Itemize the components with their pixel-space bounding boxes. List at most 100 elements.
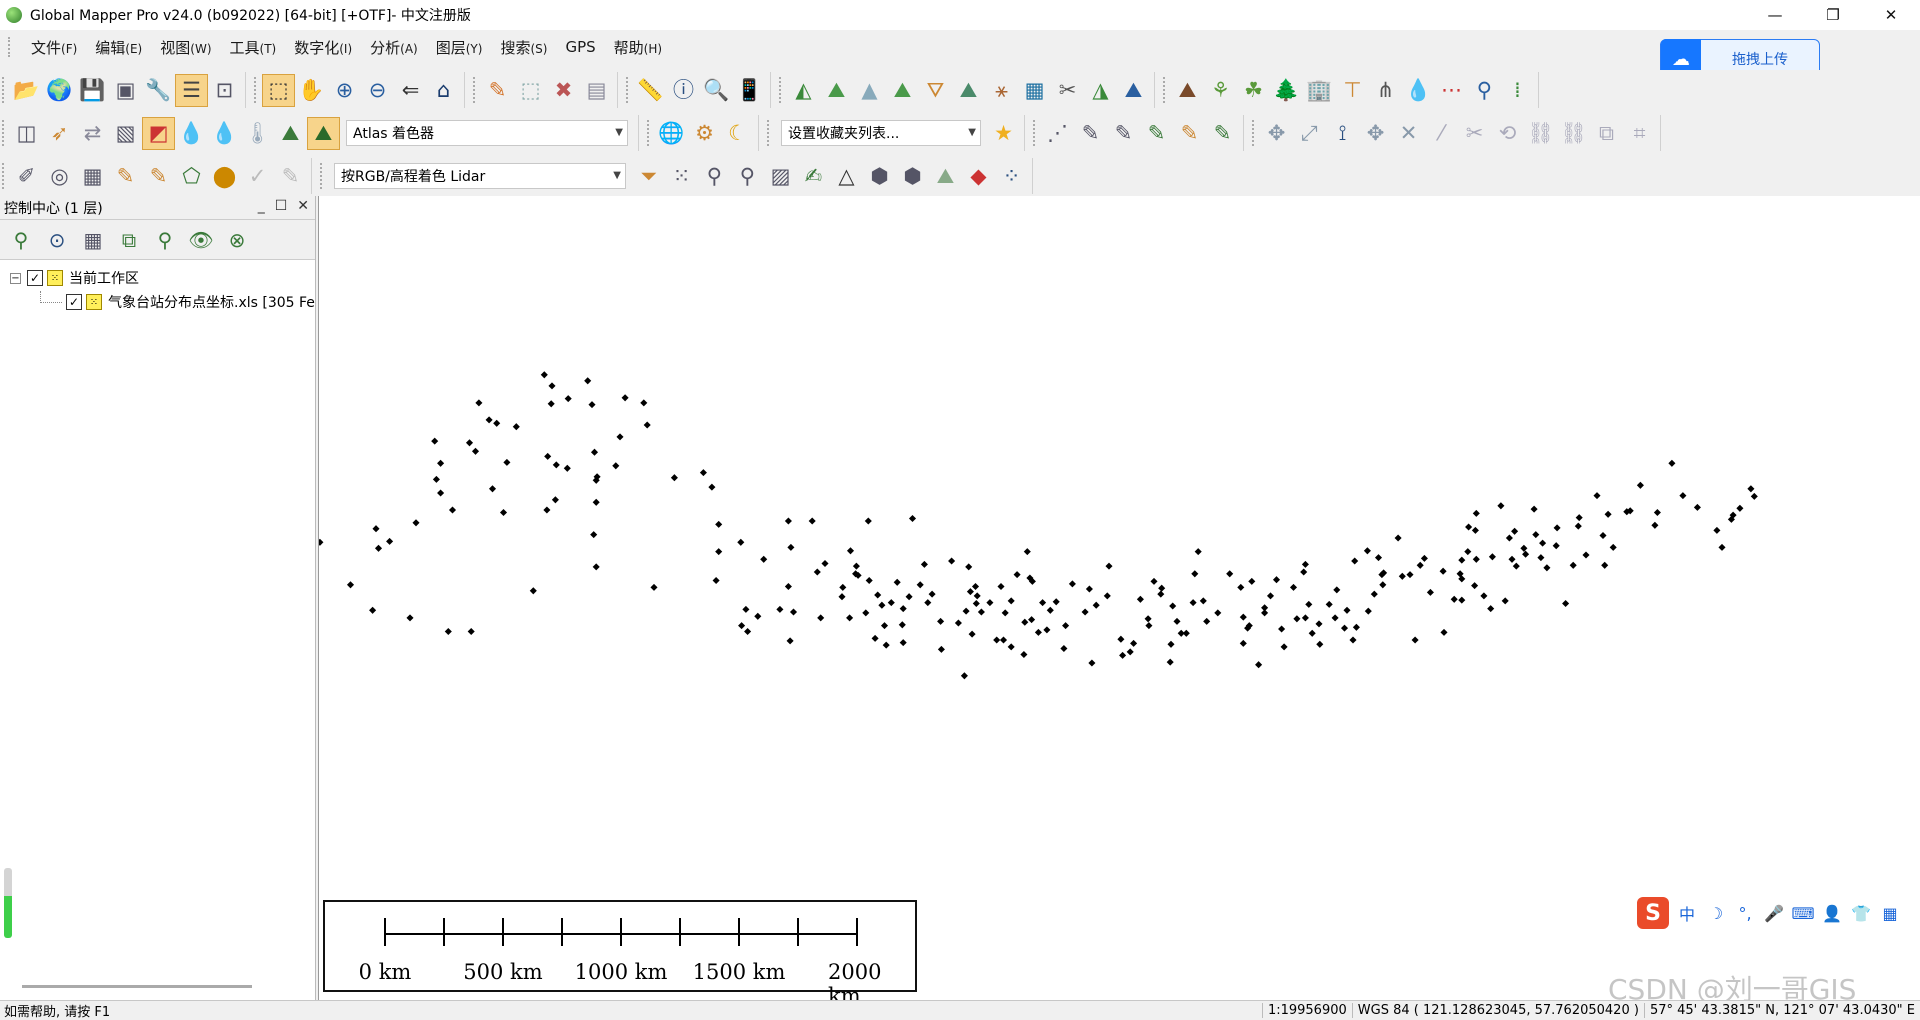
station-point[interactable] (432, 475, 440, 483)
station-point[interactable] (670, 474, 678, 482)
station-point[interactable] (784, 517, 792, 525)
station-point[interactable] (1333, 586, 1341, 594)
terrain-icon[interactable]: ⛰ (886, 74, 919, 107)
station-point[interactable] (612, 462, 620, 470)
station-point[interactable] (1023, 548, 1031, 556)
station-point[interactable] (1305, 600, 1313, 608)
station-point[interactable] (712, 576, 720, 585)
station-point[interactable] (475, 399, 483, 407)
station-point[interactable] (431, 437, 439, 445)
station-point[interactable] (813, 568, 821, 576)
station-point[interactable] (1088, 659, 1096, 667)
station-point[interactable] (1601, 561, 1609, 569)
toolbar-grip[interactable] (2, 77, 6, 103)
thermometer-icon[interactable]: 🌡 (241, 117, 274, 150)
close-button[interactable]: ✕ (1862, 0, 1920, 30)
contour-icon[interactable]: ⛰ (820, 74, 853, 107)
station-point[interactable] (1062, 622, 1070, 630)
point-search-icon[interactable]: ⚲ (698, 160, 731, 193)
station-point[interactable] (1007, 643, 1015, 651)
station-point[interactable] (640, 399, 648, 407)
station-point[interactable] (564, 395, 572, 403)
station-point[interactable] (1226, 570, 1234, 578)
station-point[interactable] (905, 593, 913, 601)
station-point[interactable] (485, 416, 493, 424)
workspace-icon[interactable]: ▣ (109, 74, 142, 107)
station-point[interactable] (590, 531, 598, 539)
station-point[interactable] (499, 508, 508, 517)
powerline-icon[interactable]: ⋔ (1369, 74, 1402, 107)
info-icon[interactable]: ⓘ (667, 74, 700, 107)
select-area-icon[interactable]: ⬚ (514, 74, 547, 107)
station-point[interactable] (960, 672, 968, 680)
station-point[interactable] (592, 563, 600, 571)
station-point[interactable] (899, 605, 907, 613)
station-point[interactable] (965, 563, 973, 571)
station-point[interactable] (1553, 524, 1561, 532)
layer-close-icon[interactable]: ⊗ (222, 225, 252, 255)
zoom-out-icon[interactable]: ⊖ (361, 74, 394, 107)
feature-info-icon[interactable]: ▤ (580, 74, 613, 107)
station-point[interactable] (1189, 599, 1197, 607)
station-point[interactable] (1150, 577, 1158, 585)
station-point[interactable] (374, 544, 383, 552)
lidar-cut-icon[interactable]: ✎ (1107, 117, 1140, 150)
join-icon[interactable]: ⛓ (1524, 117, 1557, 150)
station-point[interactable] (540, 371, 548, 379)
add-vertex-icon[interactable]: ✕ (1392, 117, 1425, 150)
water-fill-icon[interactable]: 💧 (208, 117, 241, 150)
station-point[interactable] (1021, 618, 1029, 626)
station-point[interactable] (1465, 523, 1473, 531)
station-point[interactable] (1488, 553, 1496, 561)
station-point[interactable] (1340, 624, 1349, 632)
skin-icon[interactable]: 👕 (1850, 902, 1872, 924)
station-point[interactable] (529, 587, 537, 595)
station-point[interactable] (369, 606, 377, 614)
station-point[interactable] (786, 637, 794, 645)
options-icon[interactable]: ⊙ (42, 225, 72, 255)
station-point[interactable] (1471, 582, 1479, 590)
config-wrench-icon[interactable]: 🔧 (142, 74, 175, 107)
station-point[interactable] (1487, 605, 1495, 613)
menu-analysis[interactable]: 分析(A) (361, 37, 427, 58)
watershed-icon[interactable]: ⛰ (952, 74, 985, 107)
3d-view-icon[interactable]: ▧ (109, 117, 142, 150)
station-point[interactable] (1001, 609, 1009, 617)
station-point[interactable] (1261, 604, 1269, 612)
station-point[interactable] (937, 645, 945, 653)
station-point[interactable] (1007, 597, 1015, 605)
scissors-icon[interactable]: ✂ (1458, 117, 1491, 150)
station-point[interactable] (817, 614, 825, 622)
line-of-sight-icon[interactable]: ⚹ (985, 74, 1018, 107)
station-point[interactable] (1266, 592, 1275, 600)
microphone-icon[interactable]: 🎤 (1763, 902, 1785, 924)
station-point[interactable] (787, 543, 795, 551)
open-folder-icon[interactable]: 📂 (10, 74, 43, 107)
station-point[interactable] (1280, 643, 1288, 651)
attribute-table-icon[interactable]: ▦ (78, 225, 108, 255)
station-point[interactable] (928, 590, 936, 598)
station-point[interactable] (1450, 595, 1458, 603)
minimize-button[interactable]: — (1746, 0, 1804, 30)
station-point[interactable] (971, 582, 980, 591)
station-point[interactable] (839, 583, 847, 591)
station-point[interactable] (993, 636, 1001, 644)
station-point[interactable] (1512, 562, 1520, 570)
station-point[interactable] (1119, 651, 1127, 659)
station-point[interactable] (590, 448, 599, 456)
station-point[interactable] (699, 469, 707, 477)
grid-menu-icon[interactable]: ▦ (1879, 902, 1901, 924)
toolbar-grip[interactable] (473, 77, 477, 103)
grass-icon[interactable]: ⚘ (1204, 74, 1237, 107)
hillshade-icon[interactable]: ◩ (142, 116, 175, 150)
station-point[interactable] (908, 514, 917, 523)
station-point[interactable] (754, 612, 762, 620)
station-point[interactable] (1316, 640, 1324, 648)
station-point[interactable] (846, 614, 854, 622)
station-point[interactable] (1315, 620, 1323, 628)
menu-file[interactable]: 文件(F) (22, 37, 86, 58)
station-point[interactable] (1289, 583, 1298, 591)
station-point[interactable] (1562, 599, 1570, 608)
crop-tool-icon[interactable]: ⌗ (1623, 117, 1656, 150)
station-point[interactable] (1308, 629, 1316, 637)
